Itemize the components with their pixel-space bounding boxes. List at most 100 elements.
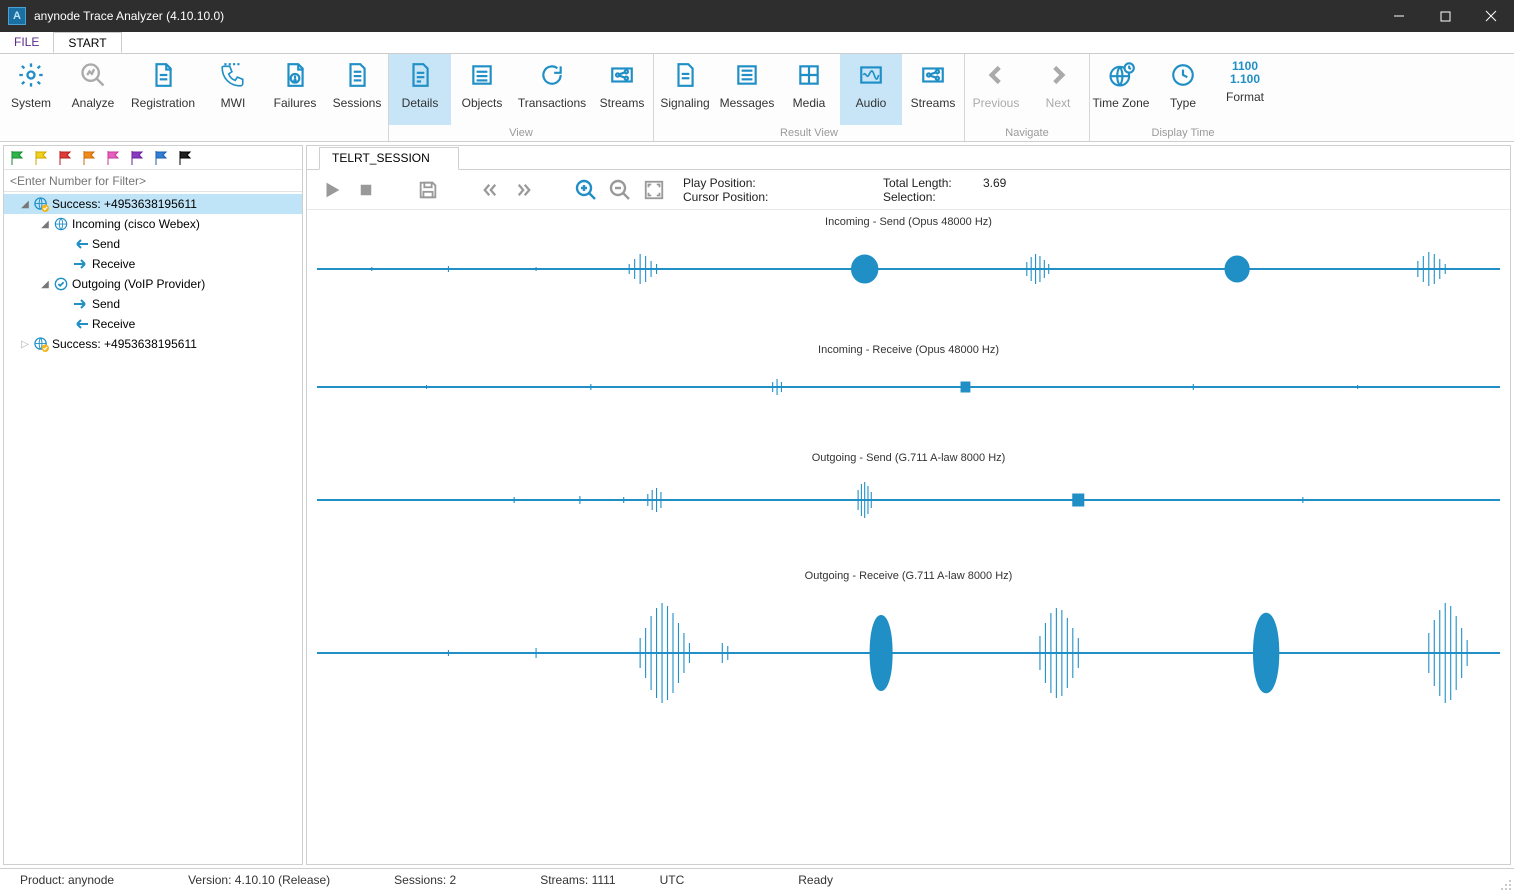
ribbon-mwi[interactable]: MWI	[202, 54, 264, 125]
ribbon-group-main: System Analyze Registration MWI Failures…	[0, 54, 389, 141]
ribbon-sessions[interactable]: Sessions	[326, 54, 388, 125]
seek-back-button[interactable]	[475, 175, 505, 205]
zoom-fit-button[interactable]	[639, 175, 669, 205]
ribbon-registration[interactable]: Registration	[124, 54, 202, 125]
flag-red-icon[interactable]	[58, 150, 74, 166]
ribbon-label: Sessions	[333, 96, 382, 110]
ribbon-result-streams[interactable]: Streams	[902, 54, 964, 125]
tree-node-success-2[interactable]: ▷ Success: +4953638195611	[4, 334, 302, 354]
ribbon-label: Messages	[720, 96, 775, 110]
tab-session[interactable]: TELRT_SESSION	[319, 147, 459, 170]
collapse-icon[interactable]: ◢	[38, 279, 52, 290]
wave-track-3: Outgoing - Send (G.711 A-law 8000 Hz)	[317, 452, 1500, 530]
seek-forward-button[interactable]	[509, 175, 539, 205]
document-icon	[670, 60, 700, 90]
menu-start[interactable]: START	[53, 32, 121, 53]
ribbon-group-navigate: Previous Next Navigate	[965, 54, 1090, 141]
ribbon-label: MWI	[221, 96, 246, 110]
flag-orange-icon[interactable]	[82, 150, 98, 166]
ribbon-label: Signaling	[660, 96, 709, 110]
tree-label: Send	[92, 297, 120, 311]
maximize-button[interactable]	[1422, 0, 1468, 32]
status-product: Product: anynode	[8, 873, 126, 887]
menu-tabs: FILE START	[0, 32, 1514, 54]
ribbon-audio[interactable]: Audio	[840, 54, 902, 125]
menu-file[interactable]: FILE	[0, 32, 53, 53]
chevron-left-icon	[981, 60, 1011, 90]
tree-label: Receive	[92, 257, 135, 271]
ribbon-label: Audio	[856, 96, 887, 110]
globe-check-icon	[33, 336, 49, 352]
ribbon-signaling[interactable]: Signaling	[654, 54, 716, 125]
tree-node-outgoing[interactable]: ◢ Outgoing (VoIP Provider)	[4, 274, 302, 294]
waveform-icon	[856, 60, 886, 90]
tree-node-receive-2[interactable]: Receive	[4, 314, 302, 334]
tree-node-send-2[interactable]: Send	[4, 294, 302, 314]
close-button[interactable]	[1468, 0, 1514, 32]
waveform-area[interactable]: Incoming - Send (Opus 48000 Hz)	[307, 210, 1510, 864]
ribbon-label: System	[11, 96, 51, 110]
ribbon-messages[interactable]: Messages	[716, 54, 778, 125]
flag-blue-icon[interactable]	[154, 150, 170, 166]
flag-pink-icon[interactable]	[106, 150, 122, 166]
main-panel: TELRT_SESSION Play Position: Total Lengt…	[306, 145, 1511, 865]
zoom-in-button[interactable]	[571, 175, 601, 205]
ribbon-streams[interactable]: Streams	[591, 54, 653, 125]
document-detail-icon	[405, 60, 435, 90]
ribbon-transactions[interactable]: Transactions	[513, 54, 591, 125]
ribbon-label: Streams	[911, 96, 956, 110]
title-bar: A anynode Trace Analyzer (4.10.10.0)	[0, 0, 1514, 32]
selection-value	[983, 190, 1043, 204]
tree-label: Outgoing (VoIP Provider)	[72, 277, 205, 291]
tree-label: Send	[92, 237, 120, 251]
status-sessions: Sessions: 2	[382, 873, 468, 887]
cursor-pos-value	[803, 190, 883, 204]
tree-node-receive-1[interactable]: Receive	[4, 254, 302, 274]
resize-grip-icon[interactable]	[1500, 879, 1512, 891]
zoom-out-button[interactable]	[605, 175, 635, 205]
expand-icon[interactable]: ▷	[18, 339, 32, 350]
ribbon-next[interactable]: Next	[1027, 54, 1089, 125]
arrow-left-icon	[73, 236, 89, 252]
side-panel: ◢ Success: +4953638195611 ◢ Incoming (ci…	[3, 145, 303, 865]
flag-green-icon[interactable]	[10, 150, 26, 166]
app-icon: A	[8, 7, 26, 25]
tree-node-incoming[interactable]: ◢ Incoming (cisco Webex)	[4, 214, 302, 234]
flag-black-icon[interactable]	[178, 150, 194, 166]
ribbon-analyze[interactable]: Analyze	[62, 54, 124, 125]
ribbon-format[interactable]: 1100 1.100 Format	[1214, 54, 1276, 125]
flag-purple-icon[interactable]	[130, 150, 146, 166]
ribbon-type[interactable]: Type	[1152, 54, 1214, 125]
tree-node-send-1[interactable]: Send	[4, 234, 302, 254]
audio-toolbar: Play Position: Total Length: 3.69 Cursor…	[307, 170, 1510, 210]
cursor-pos-label: Cursor Position:	[683, 190, 803, 204]
ribbon-timezone[interactable]: Time Zone	[1090, 54, 1152, 125]
wave-track-2: Incoming - Receive (Opus 48000 Hz)	[317, 344, 1500, 412]
play-pos-label: Play Position:	[683, 176, 803, 190]
ribbon-media[interactable]: Media	[778, 54, 840, 125]
window-title: anynode Trace Analyzer (4.10.10.0)	[34, 9, 1376, 23]
filter-input[interactable]	[4, 170, 302, 192]
tree-node-success-1[interactable]: ◢ Success: +4953638195611	[4, 194, 302, 214]
ribbon-details[interactable]: Details	[389, 54, 451, 125]
save-button[interactable]	[413, 175, 443, 205]
ribbon-system[interactable]: System	[0, 54, 62, 125]
ribbon: System Analyze Registration MWI Failures…	[0, 54, 1514, 142]
collapse-icon[interactable]: ◢	[38, 219, 52, 230]
minimize-button[interactable]	[1376, 0, 1422, 32]
collapse-icon[interactable]: ◢	[18, 199, 32, 210]
ribbon-failures[interactable]: Failures	[264, 54, 326, 125]
ribbon-label: Transactions	[518, 96, 586, 110]
play-button[interactable]	[317, 175, 347, 205]
selection-label: Selection:	[883, 190, 983, 204]
ribbon-label: Format	[1226, 90, 1264, 104]
ribbon-label: Registration	[131, 96, 195, 110]
tab-strip: TELRT_SESSION	[307, 146, 1510, 170]
status-streams: Streams: 1111	[528, 873, 627, 887]
clock-icon	[1168, 60, 1198, 90]
total-length-value: 3.69	[983, 176, 1043, 190]
ribbon-objects[interactable]: Objects	[451, 54, 513, 125]
stop-button[interactable]	[351, 175, 381, 205]
ribbon-previous[interactable]: Previous	[965, 54, 1027, 125]
flag-yellow-icon[interactable]	[34, 150, 50, 166]
